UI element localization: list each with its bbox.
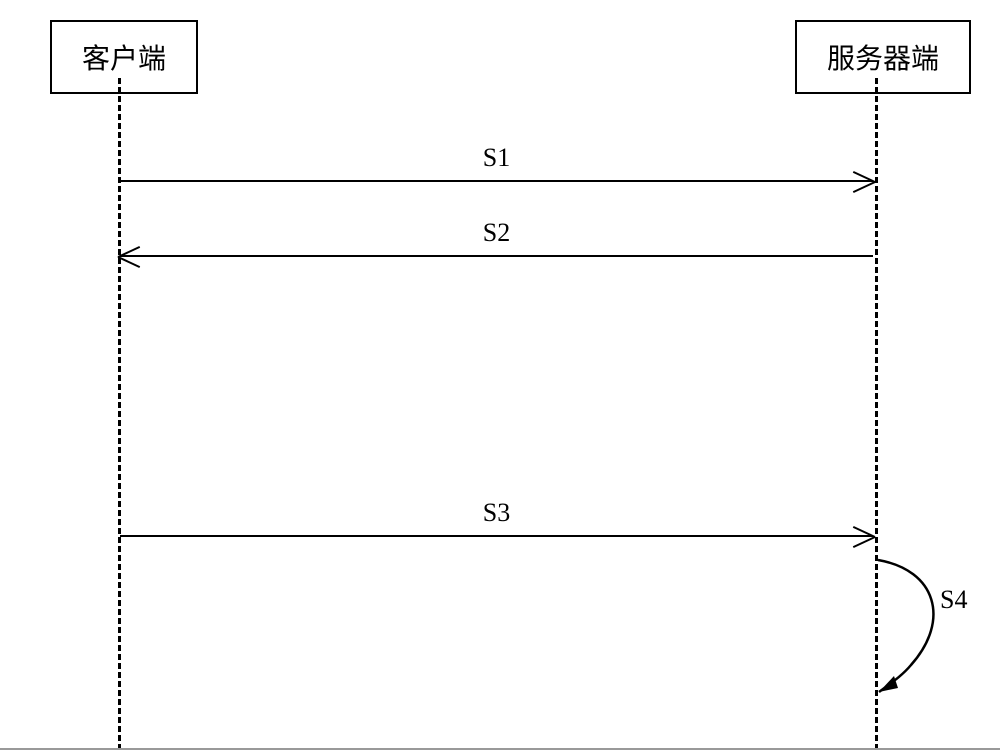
server-participant-box: 服务器端: [795, 20, 971, 94]
message-s3-label: S3: [120, 498, 873, 528]
message-s2-label: S2: [120, 218, 873, 248]
client-lifeline: [118, 78, 121, 750]
message-s3-line: [120, 535, 873, 537]
self-loop-icon: [876, 560, 956, 700]
self-message-s4: [876, 560, 956, 705]
client-label: 客户端: [82, 44, 166, 75]
bottom-border: [0, 748, 1000, 750]
client-participant-box: 客户端: [50, 20, 198, 94]
message-s1-label: S1: [120, 143, 873, 173]
message-s1-line: [120, 180, 873, 182]
server-label: 服务器端: [827, 44, 939, 75]
message-s4-label: S4: [940, 585, 967, 615]
message-s2-line: [120, 255, 873, 257]
